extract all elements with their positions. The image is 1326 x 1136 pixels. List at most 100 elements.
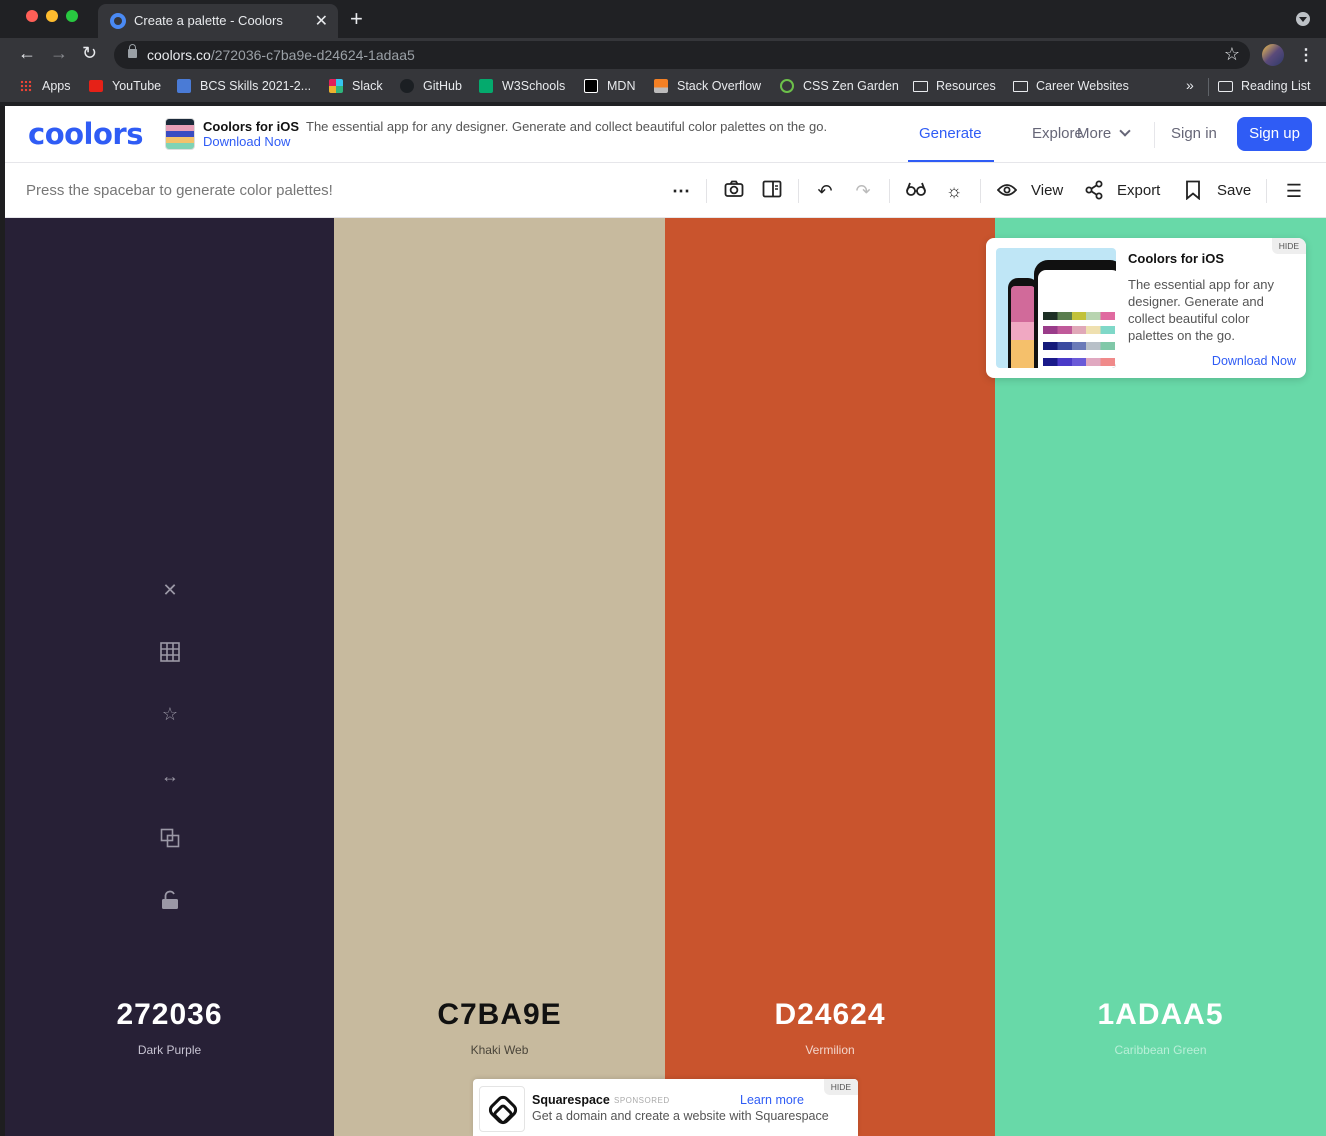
bookmarks-bar: Apps YouTube BCS Skills 2021-2... Slack … [0,72,1326,102]
url-host: coolors.co [147,47,211,63]
view-shades-icon[interactable] [160,642,180,662]
hex-code[interactable]: 272036 [5,998,334,1032]
bookmark-bcs-skills[interactable]: BCS Skills 2021-2... [200,79,311,93]
bookmark-mdn[interactable]: MDN [607,79,635,93]
remove-color-icon[interactable]: ✕ [160,580,180,600]
sponsor-ad[interactable]: Squarespace SPONSORED Learn more Get a d… [473,1079,858,1136]
layout-split-icon[interactable] [761,180,783,202]
toolbar-divider [889,179,890,203]
phone-image [1034,260,1116,368]
bookmark-github[interactable]: GitHub [423,79,462,93]
tab-search-button[interactable] [1296,12,1310,26]
lock-icon[interactable] [128,44,137,58]
tab-close-icon[interactable]: ✕ [315,11,328,31]
ios-ad-description: The essential app for any designer. Gene… [1128,277,1274,343]
redo-icon[interactable]: ↷ [852,180,874,202]
minimize-window-button[interactable] [46,10,58,22]
view-button[interactable]: View [1031,182,1063,199]
hamburger-menu-icon[interactable]: ☰ [1283,180,1305,202]
sign-in-link[interactable]: Sign in [1171,125,1217,142]
more-options-icon[interactable]: ⋯ [670,180,692,202]
color-name[interactable]: Khaki Web [334,1043,665,1057]
color-name[interactable]: Vermilion [665,1043,995,1057]
color-name[interactable]: Caribbean Green [995,1043,1326,1057]
unlock-icon[interactable] [160,890,180,910]
bookmark-star-icon[interactable]: ☆ [1224,44,1240,65]
bookmark-w3schools[interactable]: W3Schools [502,79,565,93]
bookmark-apps[interactable]: Apps [42,79,71,93]
nav-explore[interactable]: Explore [1032,125,1083,142]
nav-more[interactable]: More [1077,125,1131,142]
hex-code[interactable]: 1ADAA5 [995,998,1326,1032]
github-icon [400,79,414,93]
save-button[interactable]: Save [1217,182,1251,199]
copy-hex-icon[interactable] [160,828,180,848]
bcs-icon [177,79,191,93]
hex-code[interactable]: C7BA9E [334,998,665,1032]
browser-menu-icon[interactable]: ⋮ [1298,45,1314,65]
bookmark-youtube[interactable]: YouTube [112,79,161,93]
bookmarks-divider [1208,78,1209,96]
bookmark-career-websites[interactable]: Career Websites [1036,79,1129,93]
color-name[interactable]: Dark Purple [5,1043,334,1057]
url-text: coolors.co/272036-c7ba9e-d24624-1adaa5 [147,47,415,63]
ios-app-ad[interactable]: Coolors for iOS The essential app for an… [986,238,1306,378]
nav-more-label: More [1077,125,1112,142]
sponsored-label: SPONSORED [614,1096,670,1105]
sign-up-button[interactable]: Sign up [1237,117,1312,151]
ios-app-screenshot [996,248,1116,368]
browser-tab[interactable]: Create a palette - Coolors ✕ [98,4,338,38]
stackoverflow-icon [654,79,668,93]
slack-icon [329,79,343,93]
camera-icon[interactable] [723,180,745,202]
bookmark-resources[interactable]: Resources [936,79,996,93]
browser-toolbar: ← → ↻ coolors.co/272036-c7ba9e-d24624-1a… [0,38,1326,72]
ios-ad-download-link[interactable]: Download Now [1212,354,1296,368]
promo-title: Coolors for iOS [203,119,300,134]
new-tab-button[interactable]: + [350,6,363,32]
eye-icon[interactable] [996,180,1018,202]
reading-list-icon [1218,81,1233,92]
url-path: /272036-c7ba9e-d24624-1adaa5 [210,47,415,63]
nav-generate[interactable]: Generate [919,125,982,142]
toolbar-divider [1266,179,1267,203]
bookmark-css-zen-garden[interactable]: CSS Zen Garden [803,79,899,93]
promo-description: The essential app for any designer. Gene… [306,119,828,134]
more-bookmarks-button[interactable]: » [1186,77,1194,93]
bookmark-icon[interactable] [1182,180,1204,202]
ios-ad-hide-button[interactable]: HIDE [1271,238,1306,254]
drag-arrows-icon[interactable]: ↔ [160,766,180,786]
share-icon[interactable] [1083,180,1105,202]
promo-download-link[interactable]: Download Now [203,134,290,149]
sponsor-name: Squarespace [532,1093,610,1107]
toolbar-divider [798,179,799,203]
address-bar[interactable]: coolors.co/272036-c7ba9e-d24624-1adaa5 ☆ [114,41,1250,69]
favorite-star-icon[interactable]: ☆ [160,704,180,724]
export-button[interactable]: Export [1117,182,1160,199]
toolbar-divider [980,179,981,203]
hex-code[interactable]: D24624 [665,998,995,1032]
glasses-icon[interactable] [905,180,927,202]
close-window-button[interactable] [26,10,38,22]
bookmark-slack[interactable]: Slack [352,79,383,93]
back-arrow-icon[interactable]: ← [18,43,36,64]
sponsor-hide-button[interactable]: HIDE [823,1079,858,1095]
mdn-icon [584,79,598,93]
color-swatch-vermilion[interactable]: D24624 Vermilion [665,218,995,1136]
learn-more-link[interactable]: Learn more [740,1093,804,1107]
forward-arrow-icon[interactable]: → [50,43,68,64]
bookmark-stack-overflow[interactable]: Stack Overflow [677,79,761,93]
brightness-icon[interactable]: ☼ [943,180,965,202]
folder-icon [913,81,928,92]
ios-app-thumbnail[interactable] [165,118,195,150]
coolors-logo[interactable]: coolors [28,117,143,151]
maximize-window-button[interactable] [66,10,78,22]
folder-icon [1013,81,1028,92]
color-swatch-dark-purple[interactable]: ✕ ☆ ↔ 272036 Dark Purple [5,218,334,1136]
profile-avatar[interactable] [1262,44,1284,66]
color-swatch-khaki-web[interactable]: C7BA9E Khaki Web [334,218,665,1136]
reading-list[interactable]: Reading List [1241,79,1311,93]
undo-icon[interactable]: ↶ [814,180,836,202]
reload-icon[interactable]: ↻ [82,43,97,64]
spacebar-hint: Press the spacebar to generate color pal… [26,182,333,199]
